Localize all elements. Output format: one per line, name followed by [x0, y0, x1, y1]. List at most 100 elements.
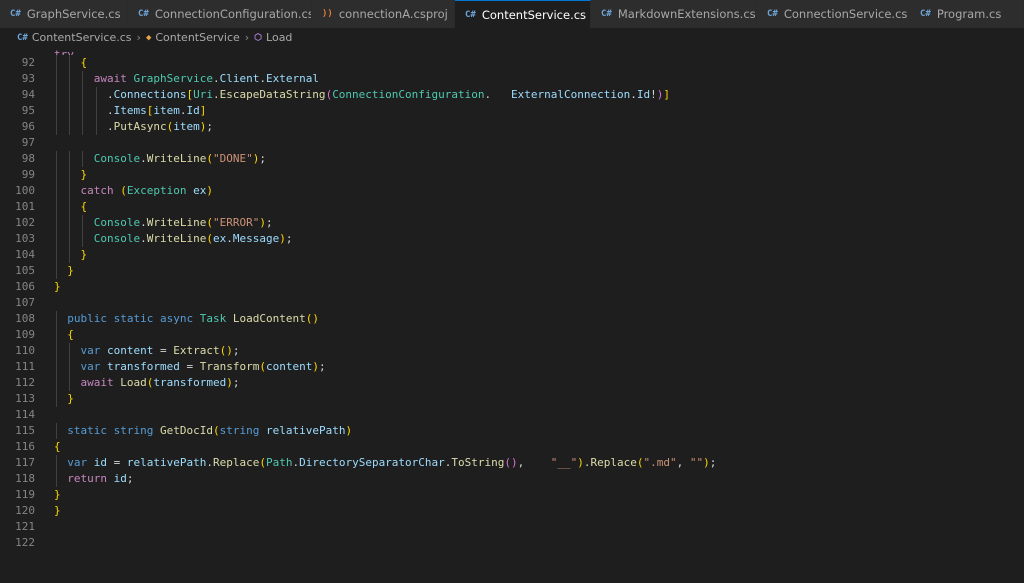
tab-graphservice[interactable]: C# GraphService.cs	[0, 0, 128, 28]
code-line[interactable]: 118 return id;	[0, 471, 1024, 487]
code-text: }	[54, 504, 61, 517]
code-line[interactable]: 111 var transformed = Transform(content)…	[0, 359, 1024, 375]
code-text: public static async Task LoadContent()	[67, 312, 319, 325]
tab-label: MarkdownExtensions.cs	[617, 7, 756, 21]
code-line[interactable]: 117 var id = relativePath.Replace(Path.D…	[0, 455, 1024, 471]
code-line[interactable]: 109 {	[0, 327, 1024, 343]
code-text: var transformed = Transform(content);	[80, 360, 326, 373]
tab-label: ConnectionConfiguration.cs	[154, 7, 312, 21]
code-text: }	[67, 392, 74, 405]
code-text: static string GetDocId(string relativePa…	[67, 424, 353, 437]
code-text: }	[54, 488, 61, 501]
code-text: {	[54, 440, 61, 453]
code-text: Console.WriteLine("ERROR");	[93, 216, 273, 229]
code-editor[interactable]: try 92 {93 await GraphService.Client.Exte…	[0, 47, 1024, 583]
code-text: }	[80, 168, 88, 181]
line-number: 122	[15, 536, 35, 549]
tab-label: ContentService.cs	[481, 7, 587, 22]
line-number: 111	[15, 360, 35, 373]
line-number: 107	[15, 296, 35, 309]
code-text: return id;	[67, 472, 134, 485]
code-text: }	[67, 264, 74, 277]
line-number: 108	[15, 312, 35, 325]
code-text: Console.WriteLine(ex.Message);	[93, 232, 293, 245]
line-number: 94	[21, 88, 35, 101]
line-number: 99	[21, 168, 35, 181]
chevron-right-icon: ›	[244, 31, 250, 44]
code-text: var id = relativePath.Replace(Path.Direc…	[67, 456, 717, 469]
tab-program[interactable]: C# Program.cs	[910, 0, 1024, 28]
code-line[interactable]: 120}	[0, 503, 1024, 519]
code-text: var content = Extract();	[80, 344, 240, 357]
line-number: 103	[15, 232, 35, 245]
csharp-icon: C#	[10, 9, 21, 19]
line-number: 117	[15, 456, 35, 469]
code-line[interactable]: 94 .Connections[Uri.EscapeDataString(Con…	[0, 87, 1024, 103]
code-line[interactable]: 108 public static async Task LoadContent…	[0, 311, 1024, 327]
editor-tab-bar: C# GraphService.cs C# ConnectionConfigur…	[0, 0, 1024, 28]
code-line[interactable]: 103 Console.WriteLine(ex.Message);	[0, 231, 1024, 247]
code-line[interactable]: 115 static string GetDocId(string relati…	[0, 423, 1024, 439]
line-number: 109	[15, 328, 35, 341]
code-line[interactable]: 122	[0, 535, 1024, 551]
code-text: }	[54, 280, 61, 293]
code-line[interactable]: 97	[0, 135, 1024, 151]
tab-contentservice[interactable]: C# ContentService.cs ✕	[455, 0, 591, 28]
line-number: 118	[15, 472, 35, 485]
code-line[interactable]: 100 catch (Exception ex)	[0, 183, 1024, 199]
code-line[interactable]: 92 {	[0, 55, 1024, 71]
line-number: 105	[15, 264, 35, 277]
code-line[interactable]: 114	[0, 407, 1024, 423]
code-line[interactable]: 93 await GraphService.Client.External	[0, 71, 1024, 87]
line-number: 110	[15, 344, 35, 357]
csharp-icon: C#	[138, 9, 149, 19]
line-number: 92	[21, 56, 35, 69]
breadcrumb-method[interactable]: Load	[266, 31, 292, 44]
line-number: 95	[21, 104, 35, 117]
code-text: }	[80, 248, 88, 261]
csharp-icon: C#	[465, 9, 476, 20]
chevron-right-icon: ›	[136, 31, 141, 44]
code-line[interactable]: 116 {	[0, 439, 1024, 455]
csharp-icon: C#	[920, 9, 931, 19]
line-number: 114	[15, 408, 35, 421]
code-line[interactable]: 107	[0, 295, 1024, 311]
line-number: 112	[15, 376, 35, 389]
line-number: 113	[15, 392, 35, 405]
code-line[interactable]: 104 }	[0, 247, 1024, 263]
tab-label: Program.cs	[936, 7, 1002, 21]
code-line[interactable]: 99 }	[0, 167, 1024, 183]
code-text: Console.WriteLine("DONE");	[93, 152, 266, 165]
code-line[interactable]: 112 await Load(transformed);	[0, 375, 1024, 391]
code-text: .Items[item.Id]	[54, 104, 207, 117]
tab-connectiona-csproj[interactable]: )) connectionA.csproj	[312, 0, 455, 28]
code-line[interactable]: 96 .PutAsync(item);	[0, 119, 1024, 135]
code-line-partial: try	[54, 48, 74, 55]
code-line[interactable]: 95 .Items[item.Id]	[0, 103, 1024, 119]
code-line[interactable]: 102 Console.WriteLine("ERROR");	[0, 215, 1024, 231]
line-number: 121	[15, 520, 35, 533]
code-text: .Connections[Uri.EscapeDataString(Connec…	[54, 88, 670, 101]
code-text: await GraphService.Client.External	[93, 72, 319, 85]
code-text: .PutAsync(item);	[54, 120, 213, 133]
breadcrumb-file[interactable]: ContentService.cs	[32, 31, 132, 44]
class-icon: ◆	[145, 32, 152, 43]
tab-connectionservice[interactable]: C# ConnectionService.cs	[757, 0, 910, 28]
code-line[interactable]: 121	[0, 519, 1024, 535]
csharp-icon: C#	[601, 9, 612, 19]
breadcrumb-class[interactable]: ContentService	[155, 31, 239, 44]
code-line[interactable]: 105 }	[0, 263, 1024, 279]
tab-markdownextensions[interactable]: C# MarkdownExtensions.cs	[591, 0, 757, 28]
line-number: 93	[21, 72, 35, 85]
code-line[interactable]: 106}	[0, 279, 1024, 295]
csharp-icon: C#	[767, 9, 778, 19]
rss-icon: ))	[322, 9, 333, 19]
line-number: 102	[15, 216, 35, 229]
code-line[interactable]: 119}	[0, 487, 1024, 503]
tab-connectionconfiguration[interactable]: C# ConnectionConfiguration.cs	[128, 0, 312, 28]
code-line[interactable]: 113 }	[0, 391, 1024, 407]
code-line[interactable]: 110 var content = Extract();	[0, 343, 1024, 359]
code-line[interactable]: 98 Console.WriteLine("DONE");	[0, 151, 1024, 167]
code-line[interactable]: 101 {	[0, 199, 1024, 215]
tab-label: ConnectionService.cs	[783, 7, 908, 21]
